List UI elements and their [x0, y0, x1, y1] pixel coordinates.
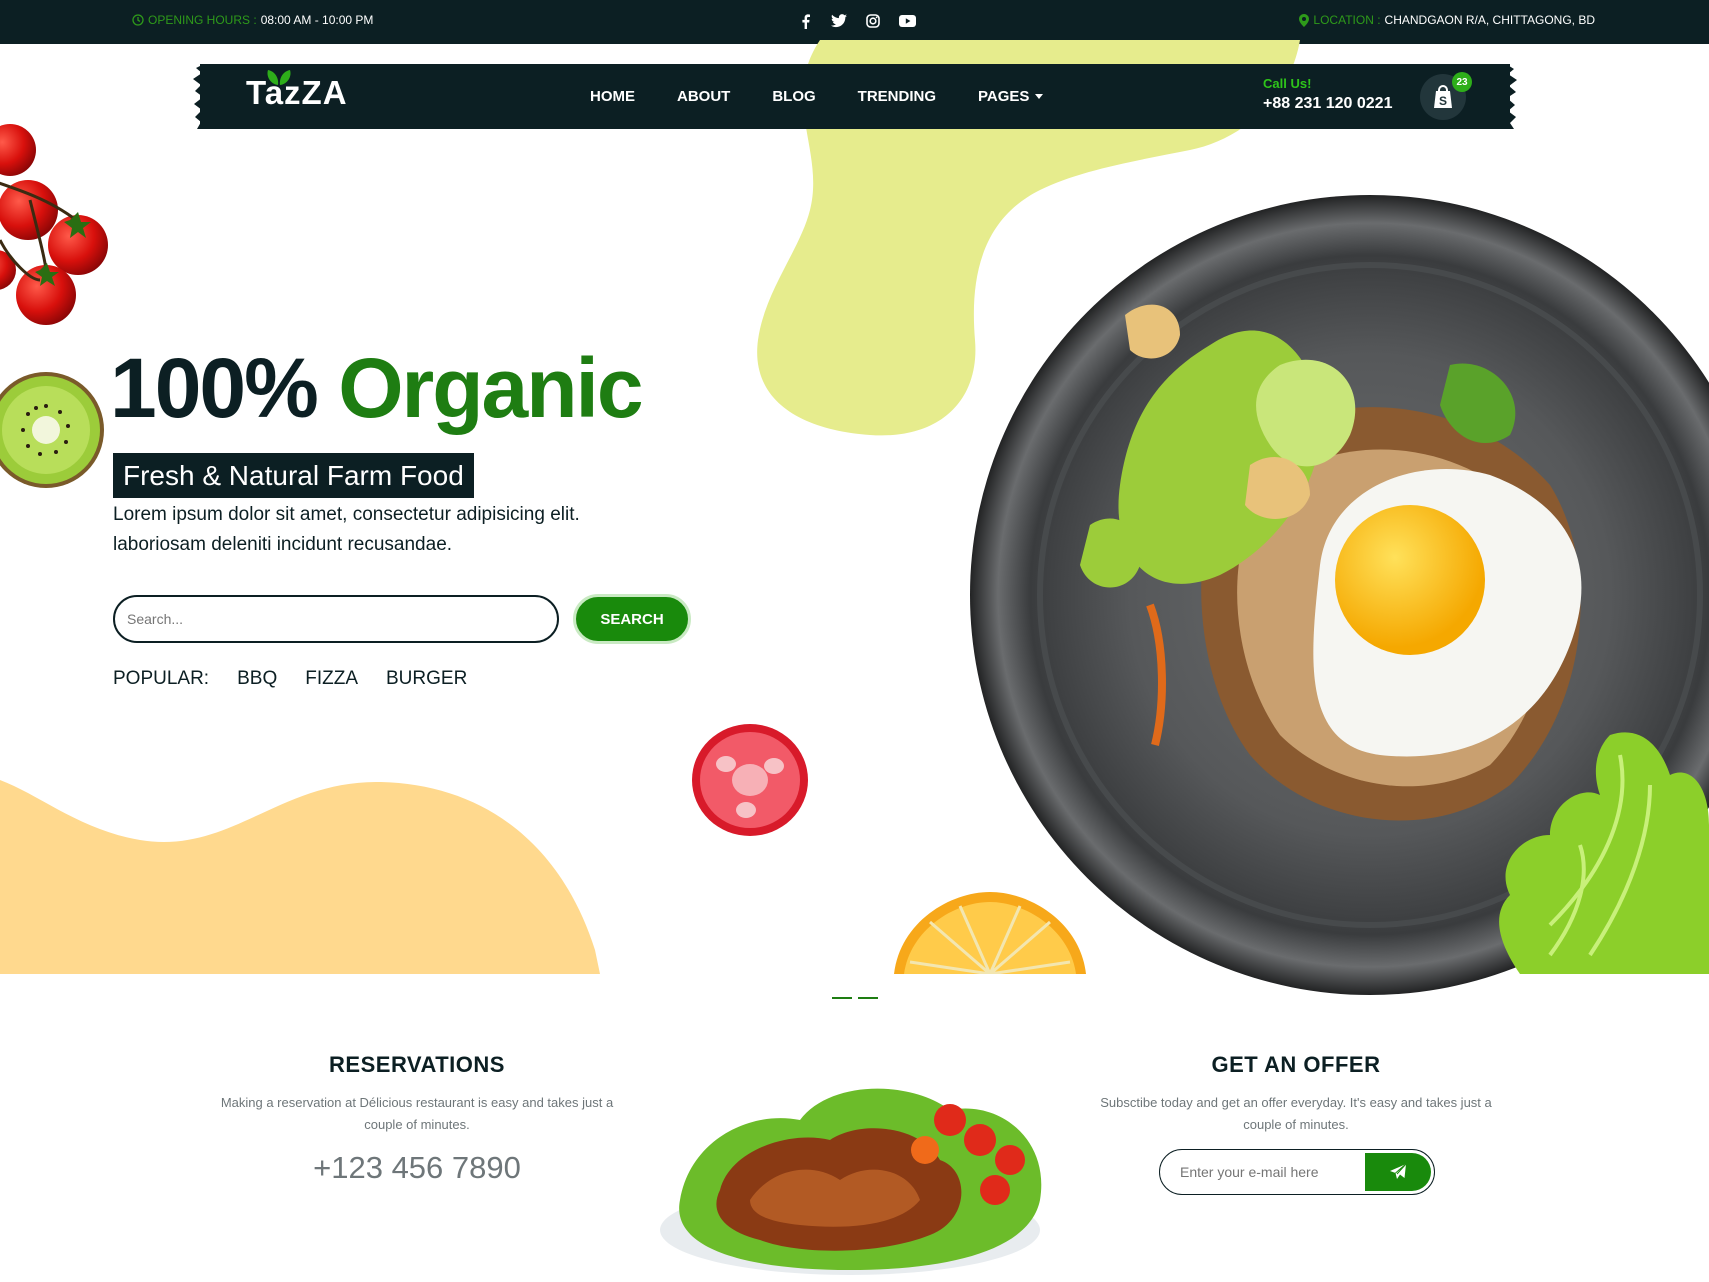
leaf-icon [267, 70, 291, 85]
youtube-icon[interactable] [898, 12, 916, 30]
brush-edge-right [1506, 64, 1517, 129]
popular-tag-burger[interactable]: BURGER [386, 668, 467, 690]
nav-menu: HOME ABOUT BLOG TRENDING PAGES [590, 88, 1044, 105]
popular-tag-bbq[interactable]: BBQ [237, 668, 277, 690]
popular-label: POPULAR: [113, 668, 210, 689]
slider-dot[interactable] [832, 997, 852, 999]
call-us-label: Call Us! [1263, 76, 1312, 91]
search-button[interactable]: SEARCH [573, 594, 691, 644]
location: LOCATION : CHANDGAON R/A, CHITTAGONG, BD [1299, 13, 1595, 27]
clock-icon [132, 14, 144, 26]
offer-title: GET AN OFFER [1211, 1052, 1381, 1077]
nav-home[interactable]: HOME [590, 88, 635, 105]
map-pin-icon [1299, 13, 1310, 27]
slider-dot[interactable] [858, 997, 878, 999]
lettuce-leaf-image [1499, 732, 1709, 974]
grilled-chicken-dish-image [660, 1088, 1042, 1275]
popular-tag-fizza[interactable]: FIZZA [305, 668, 358, 690]
offer-section: GET AN OFFER Subsctibe today and get an … [1085, 1052, 1507, 1136]
hero-tagline: Fresh & Natural Farm Food [113, 453, 474, 498]
instagram-icon[interactable] [864, 12, 882, 30]
call-us-number[interactable]: +88 231 120 0221 [1263, 95, 1392, 113]
facebook-icon[interactable] [796, 12, 814, 30]
search-input[interactable] [113, 595, 559, 643]
location-value: CHANDGAON R/A, CHITTAGONG, BD [1384, 13, 1595, 27]
logo-text: TazZA [246, 74, 348, 111]
main-navbar: TazZA HOME ABOUT BLOG TRENDING PAGES Cal… [193, 64, 1517, 129]
email-field[interactable] [1161, 1151, 1361, 1193]
nav-blog[interactable]: BLOG [772, 88, 815, 105]
popular-tags: POPULAR: BBQ FIZZA BURGER [113, 668, 467, 690]
slider-indicators [832, 997, 878, 999]
orange-slice-image [894, 892, 1086, 974]
paper-plane-icon [1390, 1163, 1407, 1179]
chevron-down-icon [1035, 94, 1044, 99]
reservations-text: Making a reservation at Délicious restau… [220, 1095, 614, 1132]
offer-text: Subsctibe today and get an offer everyda… [1100, 1095, 1492, 1132]
kiwi-image [0, 372, 104, 488]
reservations-section: RESERVATIONS Making a reservation at Dél… [200, 1052, 634, 1186]
opening-hours: OPENING HOURS : 08:00 AM - 10:00 PM [132, 13, 373, 27]
cart-count-badge: 23 [1452, 72, 1472, 92]
opening-hours-label: OPENING HOURS : [148, 13, 257, 27]
call-us: Call Us! +88 231 120 0221 [1263, 76, 1392, 113]
shopping-bag-icon: S [1434, 85, 1452, 108]
cherry-tomatoes-image [0, 124, 108, 325]
cart-button[interactable]: S 23 [1420, 72, 1472, 120]
nav-trending[interactable]: TRENDING [858, 88, 936, 105]
social-links [796, 12, 916, 30]
top-bar: OPENING HOURS : 08:00 AM - 10:00 PM LOCA… [0, 0, 1709, 44]
hero-description: Lorem ipsum dolor sit amet, consectetur … [113, 504, 580, 555]
send-button[interactable] [1365, 1153, 1431, 1191]
hero-title-organic: Organic [338, 341, 643, 435]
orange-blob-decoration [0, 780, 600, 974]
location-label: LOCATION : [1313, 13, 1381, 27]
brush-edge-left [193, 64, 204, 129]
twitter-icon[interactable] [830, 12, 848, 30]
hero-title-percent: 100% [110, 341, 319, 435]
nav-pages[interactable]: PAGES [978, 88, 1044, 105]
opening-hours-value: 08:00 AM - 10:00 PM [260, 13, 374, 27]
tomato-half-image [692, 724, 808, 836]
hero-title: 100% Organic [110, 340, 644, 437]
logo[interactable]: TazZA [246, 70, 348, 112]
nav-about[interactable]: ABOUT [677, 88, 730, 105]
nav-pages-label: PAGES [978, 88, 1030, 105]
newsletter-form [1159, 1149, 1435, 1195]
reservations-phone[interactable]: +123 456 7890 [200, 1150, 634, 1186]
svg-text:S: S [1439, 94, 1447, 108]
reservations-title: RESERVATIONS [329, 1052, 505, 1077]
